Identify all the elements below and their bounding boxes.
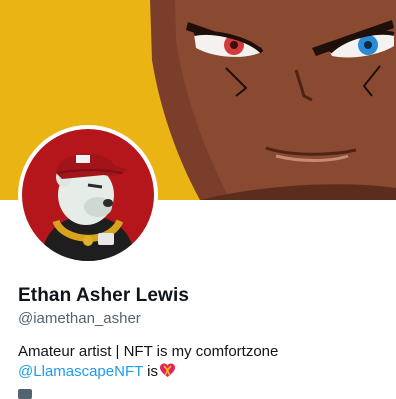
- profile-avatar[interactable]: [18, 125, 158, 265]
- display-name: Ethan Asher Lewis: [18, 285, 189, 306]
- user-handle: @iamethan_asher: [18, 310, 141, 327]
- bio-line-2: @LlamascapeNFT is: [18, 362, 378, 385]
- bio-text: Amateur artist | NFT is my comfortzone: [18, 343, 279, 360]
- bio-mention-link[interactable]: @LlamascapeNFT: [18, 363, 143, 380]
- avatar-image: [22, 129, 154, 261]
- heart-with-ribbon-icon: [159, 362, 176, 385]
- bio-suffix: is: [143, 363, 158, 380]
- profile-bio: Amateur artist | NFT is my comfortzone @…: [18, 342, 378, 385]
- calendar-icon: [18, 389, 32, 399]
